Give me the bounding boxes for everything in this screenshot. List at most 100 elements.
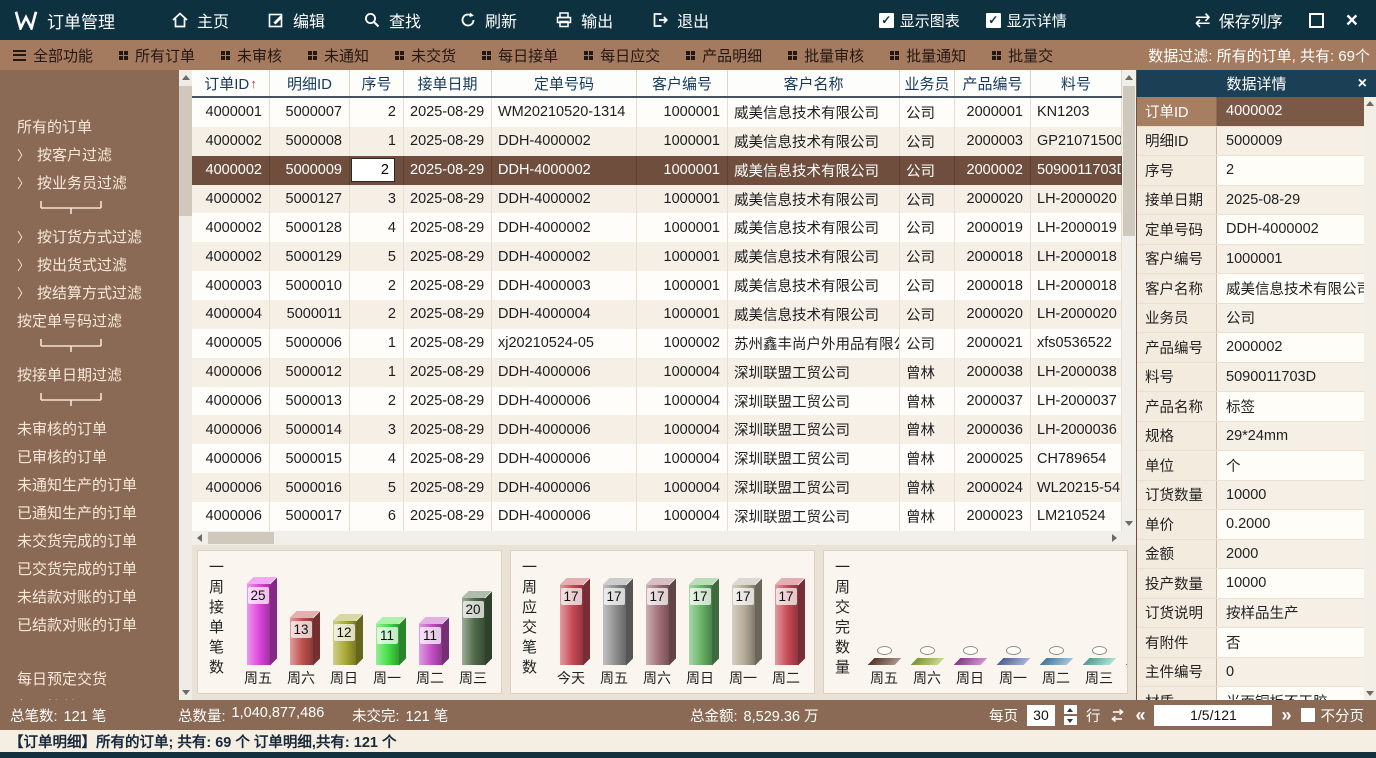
detail-row[interactable]: 明细ID5000009 [1137,127,1364,157]
table-cell[interactable]: 5000017 [270,502,350,531]
spinner-up-button[interactable] [1064,705,1077,714]
table-cell[interactable]: LH-2000038 [1031,358,1122,387]
table-row[interactable]: 4000003500001022025-08-29DDH-40000031000… [192,271,1122,300]
table-cell[interactable]: 5000009 [270,156,350,185]
scroll-left-arrow-icon[interactable] [197,534,202,542]
sidebar-item-16[interactable]: 已交货完成的订单 [0,554,192,582]
detail-field-value[interactable]: 2000002 [1217,333,1364,362]
table-cell[interactable]: 4000006 [192,502,270,531]
table-cell[interactable]: 4000002 [192,242,270,271]
table-cell[interactable]: WL20215-54 [1031,473,1122,502]
toolbar-item-2[interactable]: 未审核 [208,45,295,66]
table-row[interactable]: 4000002500000812025-08-29DDH-40000021000… [192,127,1122,156]
table-cell[interactable]: 1000004 [637,358,728,387]
scroll-down-arrow-icon[interactable] [1125,521,1133,526]
table-cell[interactable]: 4000006 [192,387,270,416]
grid-horizontal-scrollbar[interactable] [192,531,1122,545]
column-header-9[interactable]: 料号 [1031,70,1122,96]
table-cell[interactable]: 1000001 [637,185,728,214]
scroll-right-arrow-icon[interactable] [1112,534,1117,542]
show-details-checkbox[interactable]: ✓ 显示详情 [986,10,1067,31]
table-cell[interactable]: GP210715008 [1031,127,1122,156]
inline-cell-editor[interactable]: 2 [351,158,395,182]
table-cell[interactable]: 威美信息技术有限公司 [728,185,900,214]
scroll-down-arrow-icon[interactable] [182,690,190,695]
detail-row[interactable]: 订单ID4000002 [1137,97,1364,127]
table-cell[interactable]: 2025-08-29 [404,156,492,185]
table-cell[interactable]: 苏州鑫丰尚户外用品有限公司 [728,329,900,358]
table-cell[interactable]: DDH-4000006 [492,358,637,387]
table-cell[interactable]: DDH-4000002 [492,156,637,185]
menu-exit[interactable]: 退出 [651,8,709,32]
detail-field-value[interactable]: 1000001 [1217,245,1364,274]
sidebar-item-7[interactable]: 按定单号码过滤 [0,306,192,334]
column-header-2[interactable]: 序号 [350,70,404,96]
table-cell[interactable]: 曾林 [900,502,955,531]
table-cell[interactable]: 深圳联盟工贸公司 [728,415,900,444]
table-cell[interactable]: 1000001 [637,156,728,185]
table-cell[interactable]: 4000002 [192,185,270,214]
table-cell[interactable]: CH789654 [1031,444,1122,473]
menu-home[interactable]: 主页 [171,8,229,32]
column-header-0[interactable]: 订单ID↑ [192,70,270,96]
table-cell[interactable]: 1000004 [637,444,728,473]
table-cell[interactable]: 2025-08-29 [404,444,492,473]
table-cell[interactable]: 4000005 [192,329,270,358]
sidebar-item-1[interactable]: 〉按客户过滤 [0,140,192,168]
table-cell[interactable]: xfs0536522 [1031,329,1122,358]
show-charts-checkbox[interactable]: ✓ 显示图表 [879,10,960,31]
table-cell[interactable]: 3 [350,415,404,444]
toolbar-item-7[interactable]: 产品明细 [673,45,775,66]
table-cell[interactable]: 威美信息技术有限公司 [728,98,900,127]
toolbar-item-8[interactable]: 批量审核 [775,45,877,66]
table-cell[interactable]: 4000006 [192,415,270,444]
sidebar-item-4[interactable]: 〉按订货方式过滤 [0,222,192,250]
next-page-button[interactable]: » [1281,706,1291,724]
table-cell[interactable]: WM20210520-1314 [492,98,637,127]
table-cell[interactable]: LH-2000036 [1031,415,1122,444]
save-column-order-button[interactable]: ⇄ 保存列序 [1195,8,1283,32]
scrollbar-thumb[interactable] [208,532,274,544]
table-cell[interactable]: 威美信息技术有限公司 [728,127,900,156]
table-cell[interactable]: LH-2000019 [1031,213,1122,242]
table-cell[interactable]: 4000004 [192,300,270,329]
table-cell[interactable]: 1000001 [637,300,728,329]
toolbar-item-1[interactable]: 所有订单 [106,45,208,66]
detail-field-value[interactable]: 2 [1217,156,1364,185]
table-cell[interactable]: 1000004 [637,415,728,444]
table-cell[interactable]: 1000001 [637,242,728,271]
table-row[interactable]: 4000002500012842025-08-29DDH-40000021000… [192,213,1122,242]
sidebar-item-12[interactable]: 已审核的订单 [0,442,192,470]
menu-edit[interactable]: 编辑 [267,8,325,32]
table-cell[interactable]: LM210524 [1031,502,1122,531]
scroll-down-arrow-icon[interactable] [1366,691,1374,696]
table-cell[interactable]: 公司 [900,156,955,185]
table-cell[interactable]: 1000001 [637,127,728,156]
table-row[interactable]: 4000005500000612025-08-29xj20210524-0510… [192,329,1122,358]
table-cell[interactable]: 公司 [900,98,955,127]
detail-field-value[interactable]: 个 [1217,451,1364,480]
table-cell[interactable]: 2025-08-29 [404,358,492,387]
table-cell[interactable]: 2000018 [955,271,1031,300]
sidebar-item-5[interactable]: 〉按出货式过滤 [0,250,192,278]
table-cell[interactable]: 6 [350,502,404,531]
column-header-5[interactable]: 客户编号 [637,70,728,96]
table-cell[interactable]: 2 [350,300,404,329]
table-row[interactable]: 4000004500001122025-08-29DDH-40000041000… [192,300,1122,329]
detail-scrollbar[interactable] [1364,97,1376,700]
column-header-7[interactable]: 业务员 [900,70,955,96]
sidebar-item-20[interactable]: 每日预定交货 [0,664,192,692]
detail-field-value[interactable]: 否 [1217,628,1364,657]
detail-field-value[interactable]: 0.2000 [1217,510,1364,539]
table-cell[interactable]: 2025-08-29 [404,387,492,416]
sidebar-item-0[interactable]: 所有的订单 [0,112,192,140]
detail-close-icon[interactable]: × [1358,76,1367,92]
table-cell[interactable]: 4000001 [192,98,270,127]
grid-vertical-scrollbar[interactable] [1122,70,1136,531]
sidebar-item-2[interactable]: 〉按业务员过滤 [0,168,192,196]
table-cell[interactable]: 2000021 [955,329,1031,358]
sidebar-item-13[interactable]: 未通知生产的订单 [0,470,192,498]
sidebar-item-21[interactable]: 每日接单 [0,692,192,700]
table-cell[interactable]: 曾林 [900,473,955,502]
detail-row[interactable]: 主件编号0 [1137,658,1364,688]
